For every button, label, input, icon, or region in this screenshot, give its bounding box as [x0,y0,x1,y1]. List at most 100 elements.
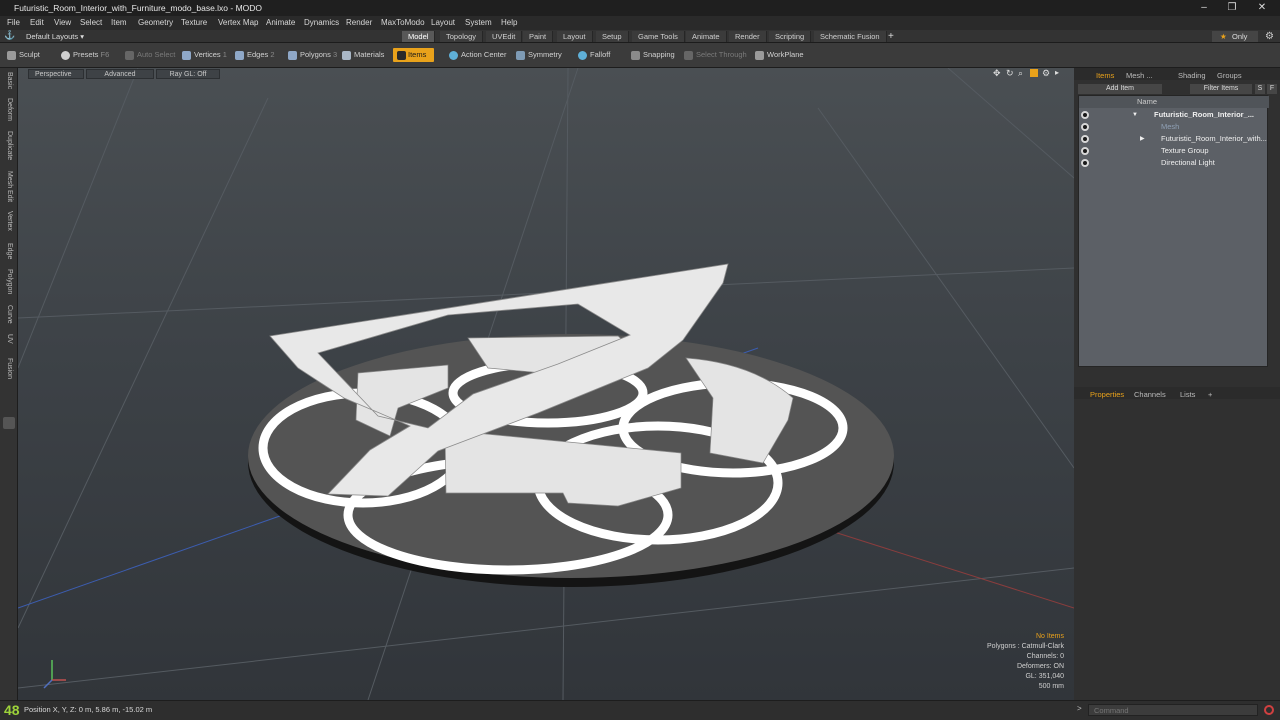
expand-arrow-icon[interactable]: ▶ [1140,133,1145,145]
menu-texture[interactable]: Texture [181,16,207,30]
eye-icon[interactable] [1081,123,1089,131]
list-item[interactable]: Texture Group [1079,145,1269,157]
tab-layout[interactable]: Layout [557,31,593,42]
menu-maxtomodo[interactable]: MaxToModo [381,16,425,30]
tab-add[interactable]: + [1202,389,1218,400]
tab-paint[interactable]: Paint [523,31,554,42]
tab-lists[interactable]: Lists [1174,389,1201,400]
tab-schematic-fusion[interactable]: Schematic Fusion [814,31,887,42]
rotate-view-icon[interactable]: ↻ [1006,68,1014,79]
eye-icon[interactable] [1081,147,1089,155]
menu-edit[interactable]: Edit [30,16,44,30]
sculpt-icon [7,51,16,60]
tab-topology[interactable]: Topology [440,31,484,42]
fit-view-icon[interactable] [1030,69,1038,77]
viewport-settings-icon[interactable]: ⚙ [1042,68,1050,79]
tab-properties[interactable]: Properties [1084,389,1130,400]
eye-icon[interactable] [1081,111,1089,119]
vertices-button[interactable]: Vertices 1 [181,48,227,62]
tool-tab-duplicate[interactable]: Duplicate [2,131,16,160]
materials-button[interactable]: Materials [341,48,384,62]
polygons-button[interactable]: Polygons 3 [287,48,337,62]
close-button[interactable]: ✕ [1248,0,1276,16]
star-icon: ★ [1220,32,1227,41]
select-through-button[interactable]: Select Through [683,48,747,62]
room-model [248,263,894,587]
tab-items[interactable]: Items [1090,70,1120,81]
list-item[interactable]: ▼ Futuristic_Room_Interior_... [1079,109,1269,121]
menu-geometry[interactable]: Geometry [138,16,173,30]
presets-button[interactable]: Presets F6 [60,48,109,62]
edges-button[interactable]: Edges 2 [234,48,275,62]
maximize-button[interactable]: ❐ [1218,0,1246,16]
tool-tab-basic[interactable]: Basic [2,72,16,89]
menu-render[interactable]: Render [346,16,372,30]
add-tab-button[interactable]: + [888,30,894,43]
action-center-button[interactable]: Action Center [448,48,506,62]
menu-help[interactable]: Help [501,16,517,30]
menu-vertex-map[interactable]: Vertex Map [218,16,258,30]
tab-groups[interactable]: Groups [1211,70,1248,81]
expand-arrow-icon[interactable]: ▼ [1132,109,1138,121]
tool-tab-curve[interactable]: Curve [2,305,16,324]
auto-select-button[interactable]: Auto Select [124,48,175,62]
menu-view[interactable]: View [54,16,71,30]
tab-mesh[interactable]: Mesh ... [1120,70,1159,81]
minimize-button[interactable]: – [1190,0,1218,16]
pin-icon[interactable]: ⚓ [4,30,15,41]
tab-model[interactable]: Model [402,31,436,42]
tab-game-tools[interactable]: Game Tools [632,31,685,42]
tool-tab-mesh-edit[interactable]: Mesh Edit [2,171,16,202]
tab-shading[interactable]: Shading [1172,70,1212,81]
tab-setup[interactable]: Setup [596,31,629,42]
tool-tab-polygon[interactable]: Polygon [2,269,16,294]
snapping-button[interactable]: Snapping [630,48,675,62]
tab-uvedit[interactable]: UVEdit [486,31,523,42]
only-toggle[interactable]: ★ Only [1212,31,1258,42]
menu-item[interactable]: Item [111,16,127,30]
shading-mode-button[interactable]: Advanced [86,69,154,79]
list-item[interactable]: ▶ Futuristic_Room_Interior_with... [1079,133,1269,145]
tool-tab-vertex[interactable]: Vertex [2,211,16,231]
record-icon[interactable] [1264,705,1274,715]
gear-icon[interactable]: ⚙ [1265,30,1274,43]
list-item[interactable]: Mesh [1079,121,1269,133]
falloff-button[interactable]: Falloff [577,48,610,62]
f-column-toggle[interactable]: F [1267,84,1277,94]
tool-tab-deform[interactable]: Deform [2,98,16,121]
viewport-menu-icon[interactable]: ▸ [1055,68,1059,77]
3d-viewport[interactable]: No Items Polygons : Catmull-Clark Channe… [18,68,1074,700]
symmetry-button[interactable]: Symmetry [515,48,562,62]
view-mode-button[interactable]: Perspective [28,69,84,79]
tab-animate[interactable]: Animate [686,31,727,42]
raygl-button[interactable]: Ray GL: Off [156,69,220,79]
command-input[interactable] [1088,704,1258,716]
menu-select[interactable]: Select [80,16,102,30]
add-item-button[interactable]: Add Item [1078,84,1162,94]
tool-tab-edge[interactable]: Edge [2,243,16,259]
items-icon [397,51,406,60]
menu-dynamics[interactable]: Dynamics [304,16,339,30]
expand-icon[interactable] [3,417,15,429]
tab-channels[interactable]: Channels [1128,389,1172,400]
tool-tab-fusion[interactable]: Fusion [2,358,16,379]
tab-scripting[interactable]: Scripting [769,31,812,42]
menu-file[interactable]: File [7,16,20,30]
name-column-header[interactable]: Name [1137,96,1157,108]
layout-selector[interactable]: Default Layouts ▾ [26,31,84,42]
zoom-view-icon[interactable]: ⌕ [1018,68,1023,79]
tool-tab-uv[interactable]: UV [2,334,16,344]
menu-layout[interactable]: Layout [431,16,455,30]
items-button[interactable]: Items [393,48,435,62]
menu-animate[interactable]: Animate [266,16,295,30]
list-item[interactable]: Directional Light [1079,157,1269,169]
eye-icon[interactable] [1081,159,1089,167]
menu-system[interactable]: System [465,16,492,30]
move-view-icon[interactable]: ✥ [993,68,1001,79]
tab-render[interactable]: Render [729,31,767,42]
workplane-button[interactable]: WorkPlane [754,48,804,62]
filter-items-button[interactable]: Filter Items [1190,84,1252,94]
s-column-toggle[interactable]: S [1255,84,1265,94]
eye-icon[interactable] [1081,135,1089,143]
sculpt-button[interactable]: Sculpt [6,48,40,62]
